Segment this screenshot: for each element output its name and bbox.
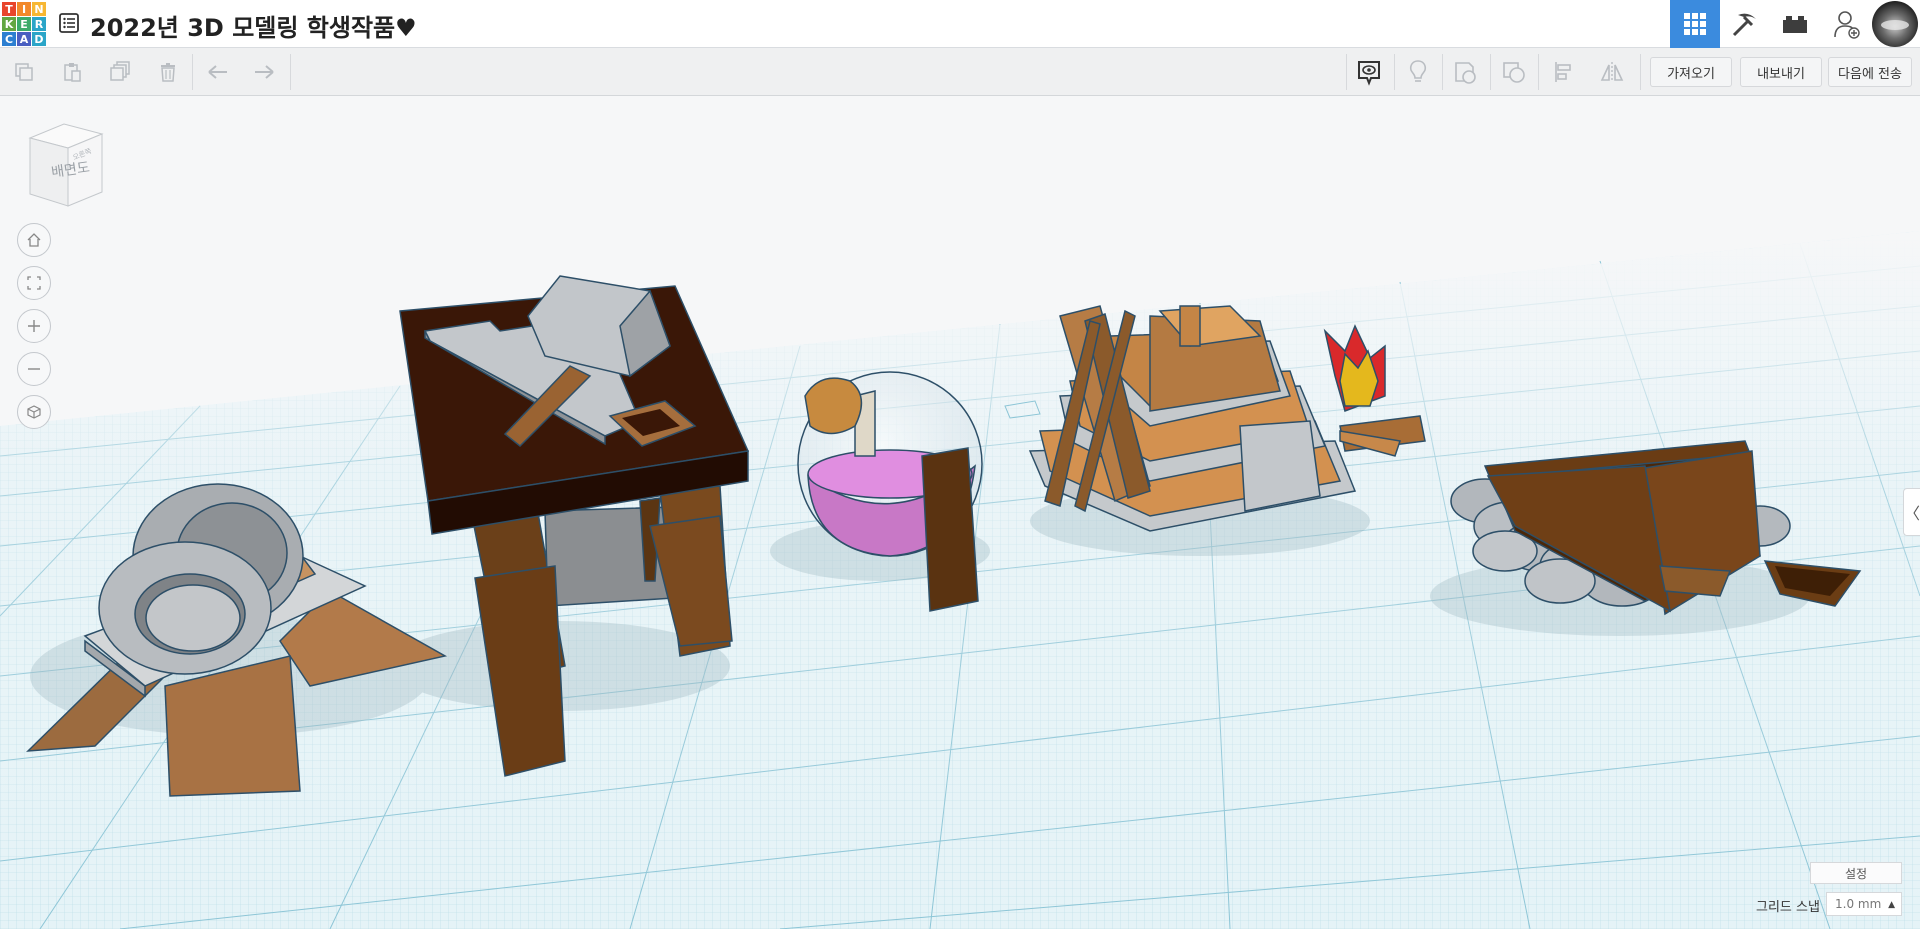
settings-button[interactable]: 설정: [1810, 862, 1902, 884]
codeblocks-button[interactable]: [1720, 0, 1770, 48]
user-avatar[interactable]: [1872, 1, 1918, 47]
logo-letter: N: [32, 2, 46, 16]
copy-button[interactable]: [8, 56, 40, 88]
align-button[interactable]: [1548, 56, 1580, 88]
mirror-button[interactable]: [1596, 56, 1628, 88]
zoom-in-icon: [28, 320, 40, 332]
grid-snap-value: 1.0 mm: [1835, 897, 1882, 911]
light-button[interactable]: [1402, 56, 1434, 88]
grid-view-button[interactable]: [1670, 0, 1720, 48]
paste-button[interactable]: [56, 56, 88, 88]
delete-icon: [161, 63, 175, 82]
workplane-scene: [0, 231, 1920, 929]
group-button[interactable]: [1498, 56, 1530, 88]
shape-icon: [1455, 62, 1476, 84]
logo-letter: D: [32, 32, 46, 46]
redo-button[interactable]: [248, 56, 280, 88]
group-icon: [1503, 62, 1525, 83]
logo-letter: A: [17, 32, 31, 46]
fit-icon: [27, 276, 41, 290]
caret-up-icon: ▲: [1888, 900, 1895, 910]
redo-icon: [255, 65, 274, 79]
logo-letter: C: [2, 32, 16, 46]
pickaxe-icon: [1732, 13, 1756, 37]
undo-icon: [208, 65, 227, 79]
grid-snap-label: 그리드 스냅: [1756, 900, 1820, 915]
zoom-in-button[interactable]: [17, 309, 51, 343]
home-icon: [27, 233, 41, 247]
logo-letter: K: [2, 17, 16, 31]
grid-snap-select[interactable]: 1.0 mm ▲: [1826, 892, 1902, 916]
grid-view-icon: [1684, 13, 1706, 35]
ortho-view-button[interactable]: [17, 395, 51, 429]
logo-letter: T: [2, 2, 16, 16]
logo-letter: E: [17, 17, 31, 31]
notes-icon: [1358, 61, 1380, 86]
import-button[interactable]: 가져오기: [1650, 57, 1732, 87]
light-icon: [1409, 60, 1427, 82]
paste-icon: [64, 63, 81, 82]
bricks-button[interactable]: [1770, 0, 1820, 48]
undo-button[interactable]: [202, 56, 234, 88]
ortho-icon: [27, 405, 41, 419]
collapse-panel-tab[interactable]: 〈: [1903, 488, 1920, 536]
export-button[interactable]: 내보내기: [1740, 57, 1822, 87]
duplicate-button[interactable]: [104, 56, 136, 88]
delete-button[interactable]: [152, 56, 184, 88]
add-user-button[interactable]: [1822, 0, 1872, 48]
brick-icon: [1783, 16, 1807, 33]
design-title[interactable]: 2022년 3D 모델링 학생작품♥: [90, 8, 417, 43]
fit-view-button[interactable]: [17, 266, 51, 300]
shape-button[interactable]: [1450, 56, 1482, 88]
send-to-button[interactable]: 다음에 전송: [1828, 57, 1912, 87]
top-header: TIN KER CAD 2022년 3D 모델링 학생작품♥: [0, 0, 1920, 48]
view-cube[interactable]: 배면도 오른쪽: [24, 120, 108, 210]
logo-letter: I: [17, 2, 31, 16]
logo-letter: R: [32, 17, 46, 31]
add-user-icon: [1834, 11, 1860, 39]
duplicate-icon: [110, 61, 130, 81]
edit-toolbar: 가져오기 내보내기 다음에 전송: [0, 48, 1920, 96]
zoom-out-icon: [28, 368, 40, 370]
notes-button[interactable]: [1353, 56, 1385, 88]
list-icon[interactable]: [58, 12, 80, 34]
align-icon: [1555, 62, 1571, 82]
tinkercad-logo[interactable]: TIN KER CAD: [2, 2, 46, 46]
workplane-viewport[interactable]: 배면도 오른쪽 〈 설정 그리드 스냅 1.0 mm ▲: [0, 96, 1920, 929]
zoom-out-button[interactable]: [17, 352, 51, 386]
chevron-left-icon: 〈: [1904, 504, 1920, 523]
mirror-icon: [1600, 62, 1624, 82]
home-view-button[interactable]: [17, 223, 51, 257]
copy-icon: [15, 63, 33, 81]
